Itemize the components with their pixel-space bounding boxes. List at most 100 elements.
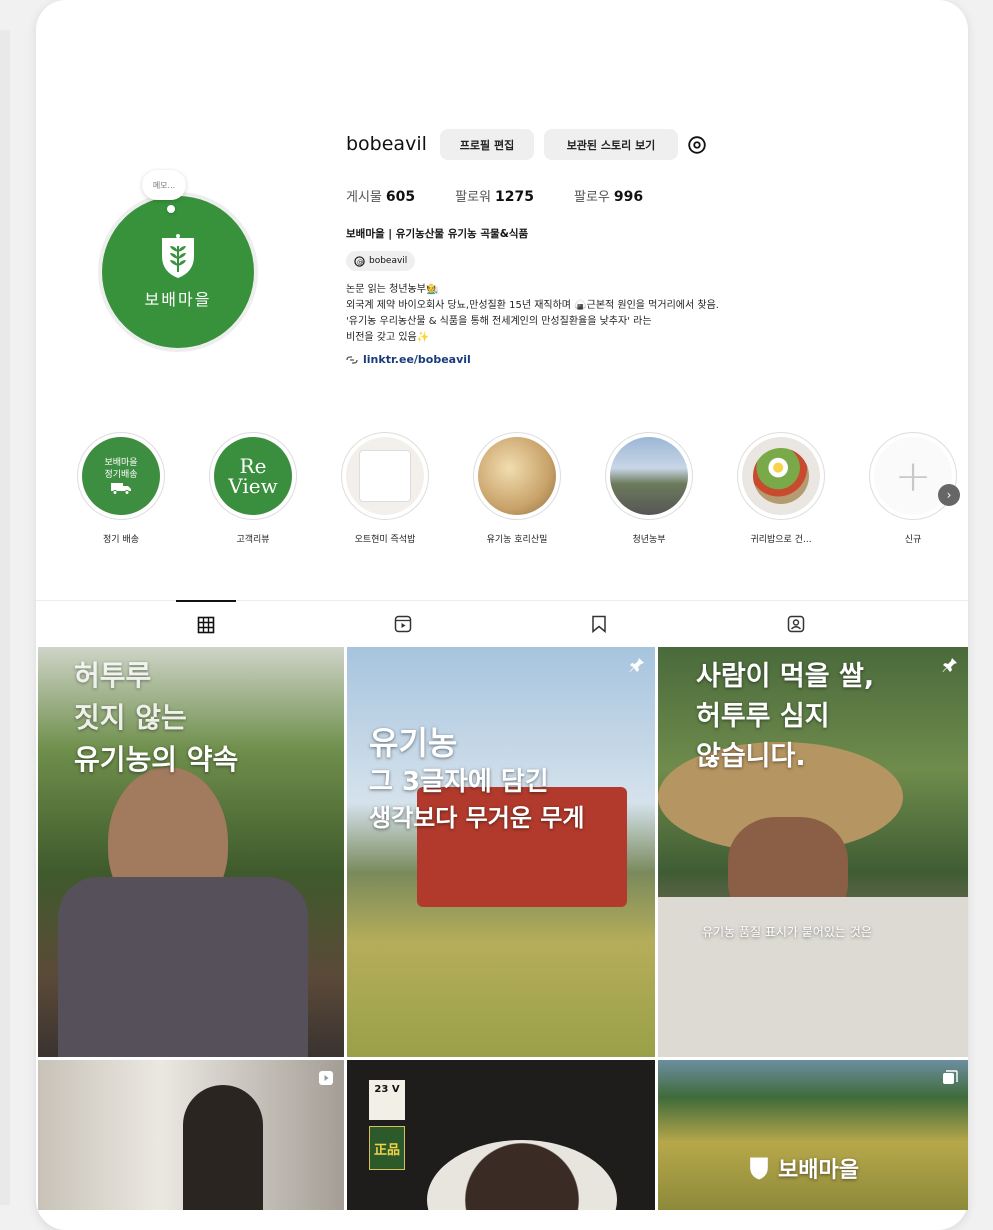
product-badge: 23 V xyxy=(369,1080,405,1120)
highlight-cover xyxy=(742,437,820,515)
bio-display-name: 보배마을 | 유기농산물 유기농 곡물&식품 xyxy=(346,228,529,240)
note-bubble[interactable]: 메모... xyxy=(142,170,186,200)
stat-label: 팔로워 xyxy=(455,190,492,205)
highlight-label: 정기 배송 xyxy=(103,535,139,545)
post-overlay-text: 보배마을 xyxy=(748,1152,859,1184)
post-tile[interactable]: 사람이 먹을 쌀, 허투루 심지 않습니다. 유기농 품질 표시가 붙어있는 것… xyxy=(658,647,968,1057)
settings-gear-icon[interactable] xyxy=(686,134,708,156)
profile-username: bobeavil xyxy=(346,133,427,155)
stat-label: 게시물 xyxy=(346,190,382,205)
post-overlay-text: 허투루 짓지 않는 유기농의 약속 xyxy=(74,655,238,781)
plus-icon: + xyxy=(894,450,932,502)
wheat-shield-icon xyxy=(750,1157,768,1180)
profile-tabs xyxy=(36,600,968,647)
highlight-label: 오트현미 즉석밥 xyxy=(354,535,416,545)
post-tile[interactable]: 23 V 正品 xyxy=(347,1060,655,1210)
reels-icon xyxy=(394,615,412,633)
post-tile[interactable]: 유기농 그 3글자에 담긴 생각보다 무거운 무게 xyxy=(347,647,655,1057)
highlight-young-farmer[interactable]: 청년농부 xyxy=(599,432,699,545)
farmer-shirt xyxy=(658,897,968,1057)
post-text-line: 허투루 심지 xyxy=(696,701,830,732)
bio-line: 논문 읽는 청년농부🧑‍🌾 xyxy=(346,284,439,295)
highlight-cover: + xyxy=(874,437,952,515)
highlight-label: 고객리뷰 xyxy=(236,535,270,545)
highlight-label: 유기농 호리산밀 xyxy=(486,535,548,545)
reel-icon xyxy=(319,1071,333,1085)
grid-icon xyxy=(197,616,215,634)
view-archive-button[interactable]: 보관된 스토리 보기 xyxy=(544,129,678,160)
highlight-cover xyxy=(610,437,688,515)
rice-bowl xyxy=(427,1140,617,1210)
threads-handle: bobeavil xyxy=(369,256,408,266)
wheat-shield-icon xyxy=(162,234,194,278)
bio-text: 논문 읽는 청년농부🧑‍🌾 외국계 제약 바이오회사 당뇨,만성질환 15년 재… xyxy=(346,282,719,346)
post-text-line: 그 3글자에 담긴 xyxy=(369,767,549,797)
threads-icon: @ xyxy=(354,255,365,267)
tab-reels[interactable] xyxy=(373,601,433,647)
profile-avatar[interactable]: 보배마을 xyxy=(98,192,258,352)
stat-value: 996 xyxy=(613,189,644,205)
authentic-badge: 正品 xyxy=(369,1126,405,1170)
highlight-delivery[interactable]: 보배마을 정기배송 정기 배송 xyxy=(71,432,171,545)
carousel-icon xyxy=(943,1070,958,1084)
post-text-line: 생각보다 무거운 무게 xyxy=(369,804,585,832)
bio-line: 외국계 제약 바이오회사 당뇨,만성질환 15년 재직하며 🍙근본적 원인을 먹… xyxy=(346,300,719,311)
svg-text:@: @ xyxy=(357,257,363,265)
post-tile[interactable]: 허투루 짓지 않는 유기농의 약속 xyxy=(38,647,344,1057)
chevron-right-icon[interactable]: › xyxy=(938,484,960,506)
highlight-badge: 보배마을 정기배송 xyxy=(104,458,138,480)
post-text-line: 않습니다. xyxy=(696,741,806,772)
stat-following[interactable]: 팔로우 996 xyxy=(574,186,643,205)
post-caption: 유기농 품질 표시가 붙어있는 것은 xyxy=(702,925,872,939)
post-text-line: 사람이 먹을 쌀, xyxy=(696,661,875,692)
truck-icon xyxy=(111,483,131,495)
bio-link-text: linktr.ee/bobeavil xyxy=(363,353,471,366)
highlight-label: 청년농부 xyxy=(632,535,666,545)
post-text-line: 보배마을 xyxy=(778,1157,859,1183)
post-text-line: 유기농 xyxy=(369,724,458,762)
avatar-label: 보배마을 xyxy=(144,290,212,309)
post-overlay-text: 사람이 먹을 쌀, 허투루 심지 않습니다. xyxy=(696,657,874,777)
stat-label: 팔로우 xyxy=(573,190,610,205)
bio-line: 비전을 갖고 있음✨ xyxy=(346,332,430,343)
person-hair xyxy=(183,1085,263,1210)
edit-profile-button[interactable]: 프로필 편집 xyxy=(440,129,534,160)
bio-link[interactable]: linktr.ee/bobeavil xyxy=(346,353,471,366)
post-text-line: 짓지 않는 xyxy=(74,701,187,734)
left-window-edge xyxy=(0,30,10,1205)
link-icon xyxy=(346,355,358,364)
note-bubble-tail xyxy=(167,205,175,213)
tagged-user-icon xyxy=(787,615,805,633)
stat-followers[interactable]: 팔로워 1275 xyxy=(455,186,534,205)
highlight-label: 귀리밥으로 건... xyxy=(750,535,812,545)
highlight-khorasan[interactable]: 유기농 호리산밀 xyxy=(467,432,567,545)
highlight-cover xyxy=(478,437,556,515)
post-text-line: 유기농의 약속 xyxy=(74,743,239,776)
highlight-cover: 보배마을 정기배송 xyxy=(82,437,160,515)
highlight-cover: Re View xyxy=(214,437,292,515)
tab-tagged[interactable] xyxy=(766,601,826,647)
bio-line: '유기농 우리농산물 & 식품을 통해 전세계인의 만성질환율을 낮추자' 라는 xyxy=(346,316,652,327)
stat-value: 1275 xyxy=(495,189,534,205)
person-shirt xyxy=(58,877,308,1057)
stat-posts[interactable]: 게시물 605 xyxy=(346,186,415,205)
post-overlay-text: 유기농 그 3글자에 담긴 생각보다 무거운 무게 xyxy=(369,722,584,836)
tab-saved[interactable] xyxy=(569,601,629,647)
threads-badge[interactable]: @ bobeavil xyxy=(346,251,416,271)
highlight-label: 신규 xyxy=(904,535,922,545)
profile-stats: 게시물 605 팔로워 1275 팔로우 996 xyxy=(346,186,643,205)
highlight-oat-rice-health[interactable]: 귀리밥으로 건... xyxy=(731,432,831,545)
pin-icon xyxy=(942,658,957,672)
stat-value: 605 xyxy=(385,189,416,205)
pin-icon xyxy=(629,658,644,672)
avatar-logo: 보배마을 xyxy=(102,196,254,348)
tab-posts[interactable] xyxy=(176,600,236,648)
highlight-oat-rice[interactable]: 오트현미 즉석밥 xyxy=(335,432,435,545)
post-tile[interactable] xyxy=(38,1060,344,1210)
highlight-review[interactable]: Re View 고객리뷰 xyxy=(203,432,303,545)
post-tile[interactable]: 보배마을 xyxy=(658,1060,968,1210)
post-grid: 허투루 짓지 않는 유기농의 약속 유기농 그 3글자에 담긴 생각보다 무거운… xyxy=(36,647,968,1210)
bookmark-icon xyxy=(592,615,606,633)
post-text-line: 허투루 xyxy=(74,659,152,692)
highlight-badge: Re View xyxy=(228,454,278,498)
